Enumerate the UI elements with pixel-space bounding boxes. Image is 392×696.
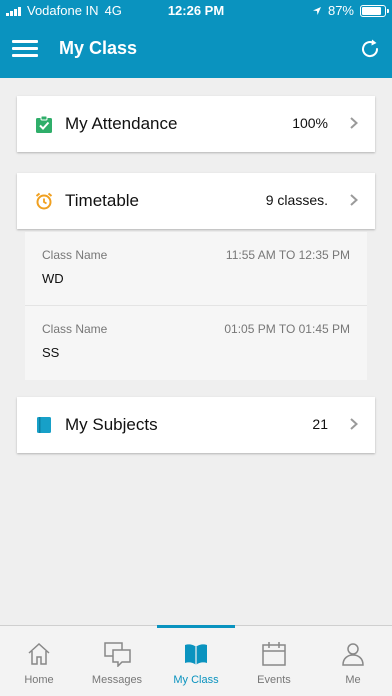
class-name-label: Class Name <box>42 322 108 336</box>
attendance-row[interactable]: My Attendance 100% <box>17 96 375 152</box>
class-time: 01:05 PM TO 01:45 PM <box>224 322 350 336</box>
tab-messages-label: Messages <box>91 674 143 686</box>
status-right: 87% <box>312 3 389 18</box>
book-icon <box>185 644 207 665</box>
alarm-clock-icon <box>35 192 53 210</box>
timetable-card[interactable]: Timetable 9 classes. <box>17 173 375 229</box>
class-name: SS <box>42 345 60 360</box>
battery-percent: 87% <box>327 3 354 18</box>
tab-my-class-label: My Class <box>173 674 219 686</box>
class-name: WD <box>42 271 64 286</box>
chevron-right-icon <box>350 117 358 129</box>
subjects-value: 21 <box>312 416 328 432</box>
messages-icon <box>104 642 131 667</box>
timetable-value: 9 classes. <box>265 192 328 208</box>
tab-me[interactable]: Me <box>314 626 392 696</box>
timetable-row[interactable]: Timetable 9 classes. <box>17 173 375 229</box>
attendance-value: 100% <box>292 115 328 131</box>
chevron-right-icon <box>350 418 358 430</box>
attendance-card[interactable]: My Attendance 100% <box>17 96 375 152</box>
tab-home-label: Home <box>24 674 54 686</box>
tab-events-label: Events <box>257 674 291 686</box>
location-arrow-icon <box>312 6 321 15</box>
hamburger-menu-icon[interactable] <box>12 39 38 59</box>
tab-home[interactable]: Home <box>0 626 78 696</box>
tab-messages[interactable]: Messages <box>78 626 156 696</box>
clipboard-check-icon <box>36 115 52 133</box>
app-bar: My Class <box>0 20 392 78</box>
class-name-label: Class Name <box>42 248 108 262</box>
timetable-title: Timetable <box>65 191 140 210</box>
refresh-icon[interactable] <box>359 38 381 60</box>
list-item[interactable]: Class Name 01:05 PM TO 01:45 PM SS <box>25 306 367 380</box>
chevron-right-icon <box>350 194 358 206</box>
subjects-row[interactable]: My Subjects 21 <box>17 397 375 453</box>
book-icon <box>37 417 51 433</box>
subjects-card[interactable]: My Subjects 21 <box>17 397 375 453</box>
bottom-tab-bar: Home Messages My Class Events Me <box>0 625 392 696</box>
battery-icon <box>360 4 389 17</box>
list-item[interactable]: Class Name 11:55 AM TO 12:35 PM WD <box>25 232 367 306</box>
battery-fill <box>362 6 382 15</box>
tab-my-class[interactable]: My Class <box>157 626 235 696</box>
subjects-title: My Subjects <box>65 415 158 434</box>
status-bar: Vodafone IN 4G 12:26 PM 87% <box>0 0 392 20</box>
timetable-list: Class Name 11:55 AM TO 12:35 PM WD Class… <box>25 232 367 380</box>
calendar-icon <box>262 642 286 666</box>
home-icon <box>28 642 50 665</box>
person-icon <box>342 643 364 666</box>
tab-events[interactable]: Events <box>235 626 313 696</box>
class-time: 11:55 AM TO 12:35 PM <box>225 248 350 262</box>
attendance-title: My Attendance <box>65 114 178 133</box>
tab-me-label: Me <box>345 674 361 686</box>
page-title: My Class <box>59 38 138 58</box>
